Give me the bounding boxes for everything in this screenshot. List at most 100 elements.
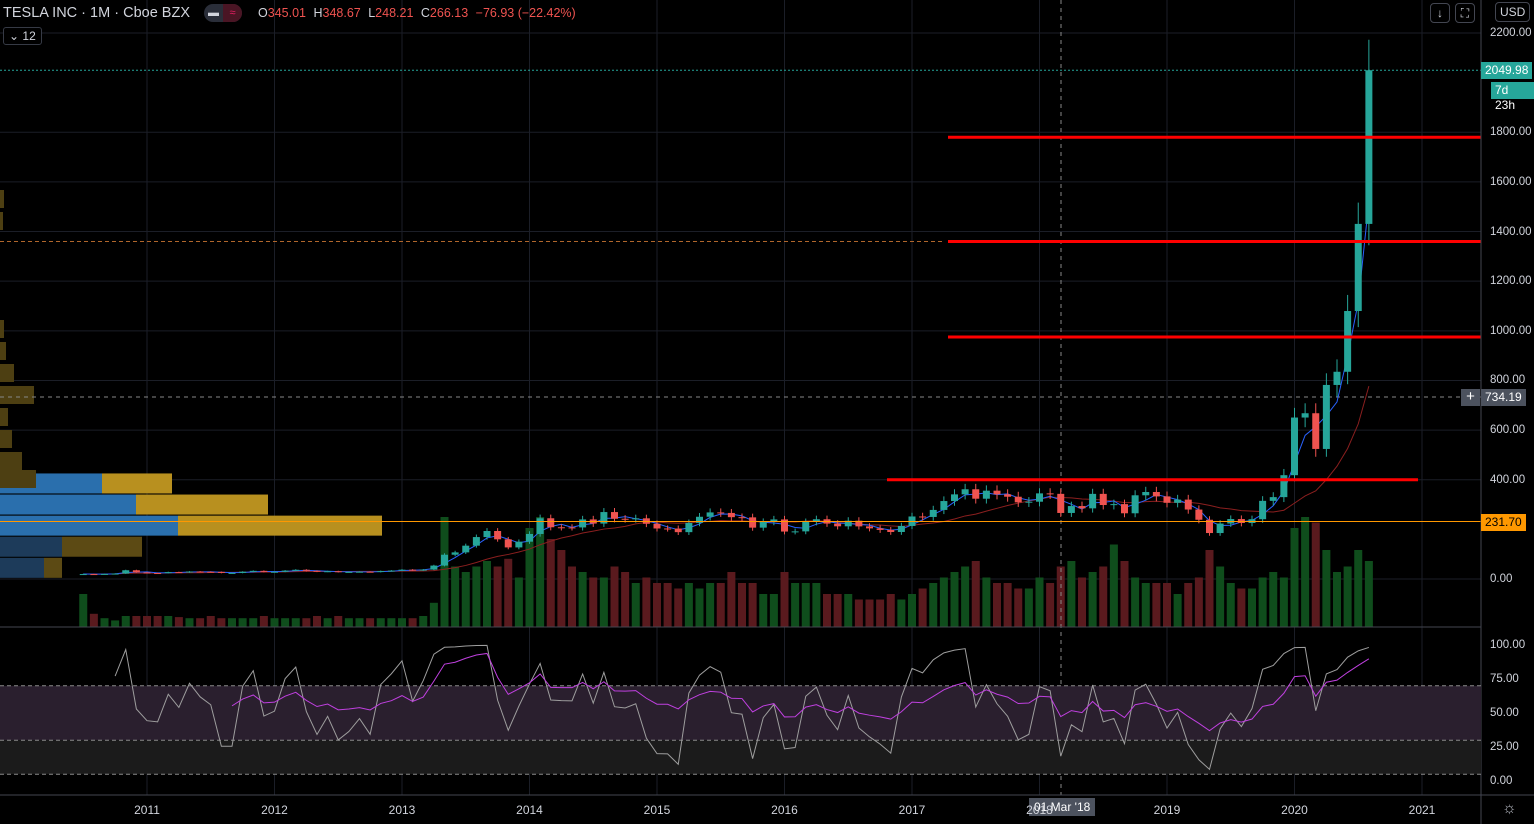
volume-bar — [1258, 577, 1267, 627]
candle-body — [802, 521, 810, 532]
time-axis-label: 2018 — [1026, 803, 1053, 817]
candle-body — [302, 569, 310, 571]
time-axis-label: 2019 — [1153, 803, 1181, 817]
volume-bar — [929, 583, 938, 627]
time-axis-label: 2021 — [1408, 803, 1436, 817]
volume-bar — [323, 618, 332, 627]
volume-bar — [217, 618, 226, 627]
candle-body — [738, 517, 746, 519]
volume-bar — [1067, 561, 1076, 627]
candle-body — [164, 572, 172, 574]
volume-bar — [950, 572, 959, 627]
volume-bar — [174, 617, 183, 627]
volume-bar — [1354, 550, 1363, 627]
volume-bar — [706, 583, 715, 627]
candle-body — [324, 571, 332, 573]
volume-bar — [748, 583, 757, 627]
candle-body — [1269, 497, 1277, 501]
volume-bar — [812, 583, 821, 627]
add-alert-plus-icon[interactable]: + — [1461, 389, 1480, 406]
symbol-title[interactable]: TESLA INC · 1M · Cboe BZX — [3, 5, 190, 21]
volume-bar — [121, 616, 130, 627]
volume-bar — [663, 583, 672, 627]
time-axis-label: 2011 — [134, 803, 160, 817]
candle-body — [1046, 493, 1054, 495]
candle-body — [207, 571, 215, 573]
volume-bar — [557, 550, 566, 627]
volume-bar — [876, 599, 885, 627]
volume-bar — [621, 572, 630, 627]
volume-bar — [961, 566, 970, 627]
crosshair-price-tag: 734.19 — [1481, 389, 1526, 406]
volume-bar — [823, 594, 831, 627]
candle-body — [1099, 493, 1107, 506]
candle-body — [1004, 494, 1012, 497]
countdown-tag: 7d 23h — [1491, 82, 1534, 112]
volume-bar — [366, 618, 375, 627]
rsi-band-fill — [0, 685, 1481, 741]
settings-icon[interactable]: ☼ — [1502, 800, 1517, 818]
candle-body — [430, 565, 438, 570]
volume-bar — [1248, 588, 1256, 627]
volume-bar — [1152, 583, 1161, 627]
fullscreen-icon[interactable]: ⛶ — [1455, 3, 1475, 23]
volume-profile-bar — [0, 212, 3, 230]
volume-profile-bar — [0, 408, 8, 426]
price-axis-label: 2200.00 — [1490, 27, 1532, 39]
time-axis-label: 2017 — [898, 803, 926, 817]
candle-body — [1301, 413, 1309, 418]
candle-body — [940, 501, 948, 510]
candle-body — [228, 572, 236, 574]
indicators-collapse-button[interactable]: ⌄ 12 — [3, 27, 42, 45]
candle-body — [717, 512, 725, 514]
candle-body — [674, 528, 682, 533]
candle-body — [451, 552, 459, 555]
volume-bar — [1322, 550, 1331, 627]
volume-bar — [270, 618, 279, 627]
candle-body — [579, 519, 587, 528]
volume-bar — [578, 572, 587, 627]
rsi-lower-fill — [0, 740, 1481, 775]
volume-bar — [1035, 577, 1044, 627]
volume-bar — [1184, 583, 1193, 627]
volume-bar — [164, 616, 173, 627]
volume-bar — [886, 594, 895, 627]
volume-profile-up — [0, 515, 178, 536]
volume-bar — [1343, 566, 1352, 627]
volume-bar — [408, 618, 417, 627]
currency-button[interactable]: USD — [1495, 2, 1531, 22]
price-axis-label: 1800.00 — [1490, 126, 1532, 139]
volume-bar — [1003, 583, 1012, 627]
candle-body — [1131, 495, 1139, 514]
candle-body — [1344, 311, 1352, 372]
volume-bar — [461, 572, 470, 627]
volume-bar — [196, 618, 205, 627]
volume-bar — [1301, 517, 1310, 627]
candle-body — [377, 571, 385, 573]
download-icon[interactable]: ↓ — [1430, 3, 1450, 23]
candle-body — [1184, 499, 1192, 510]
chart-canvas[interactable] — [0, 0, 1534, 824]
volume-bar — [908, 594, 916, 627]
candle-body — [154, 573, 162, 575]
candle-body — [919, 516, 927, 518]
last-price-tag: 2049.98 — [1481, 62, 1533, 79]
volume-bar — [143, 616, 151, 627]
candle-body — [441, 554, 448, 566]
volume-bar — [1290, 528, 1299, 627]
volume-bar — [429, 602, 438, 627]
volume-bar — [674, 588, 683, 627]
chart-mode-toggle[interactable]: ▬ ≈ — [204, 4, 243, 22]
volume-bar — [493, 566, 502, 627]
volume-profile-bar — [0, 470, 36, 488]
candle-body — [271, 571, 278, 573]
volume-bar — [1279, 577, 1288, 627]
candle-body — [1174, 499, 1182, 503]
volume-profile-down — [136, 494, 268, 515]
candle-body — [515, 541, 523, 548]
volume-profile-up — [0, 536, 62, 557]
volume-profile-up — [0, 494, 136, 515]
candle-body — [483, 531, 491, 538]
volume-bar — [1311, 522, 1320, 627]
candle-body — [1333, 371, 1341, 385]
